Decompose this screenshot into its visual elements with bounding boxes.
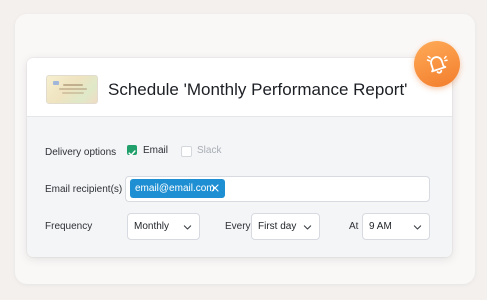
chevron-down-icon <box>303 225 312 230</box>
chevron-down-icon <box>183 225 192 230</box>
slack-checkbox[interactable] <box>181 146 192 157</box>
time-select[interactable]: 9 AM <box>362 213 430 240</box>
recipient-chip-label: email@email.com <box>135 183 215 194</box>
schedule-dialog: Schedule 'Monthly Performance Report' De… <box>27 58 452 257</box>
every-select[interactable]: First day <box>251 213 320 240</box>
dialog-title: Schedule 'Monthly Performance Report' <box>108 80 408 99</box>
frequency-select-value: Monthly <box>134 221 170 232</box>
check-icon <box>128 150 136 156</box>
dialog-header: Schedule 'Monthly Performance Report' <box>27 58 452 117</box>
every-label: Every <box>225 221 251 232</box>
bell-icon <box>426 55 448 74</box>
email-recipients-label: Email recipient(s) <box>45 184 123 195</box>
delivery-options-label: Delivery options <box>45 147 117 158</box>
every-select-value: First day <box>258 221 297 232</box>
frequency-label: Frequency <box>45 221 93 232</box>
close-icon[interactable] <box>210 183 220 193</box>
slack-option-label: Slack <box>197 145 222 156</box>
recipient-chip: email@email.com <box>130 179 225 198</box>
email-option-label: Email <box>143 145 169 156</box>
report-thumbnail <box>46 75 98 104</box>
notification-bell-button[interactable] <box>414 41 460 87</box>
at-label: At <box>349 221 359 232</box>
frequency-select[interactable]: Monthly <box>127 213 200 240</box>
time-select-value: 9 AM <box>369 221 392 232</box>
email-checkbox[interactable] <box>127 145 137 156</box>
chevron-down-icon <box>413 225 422 230</box>
